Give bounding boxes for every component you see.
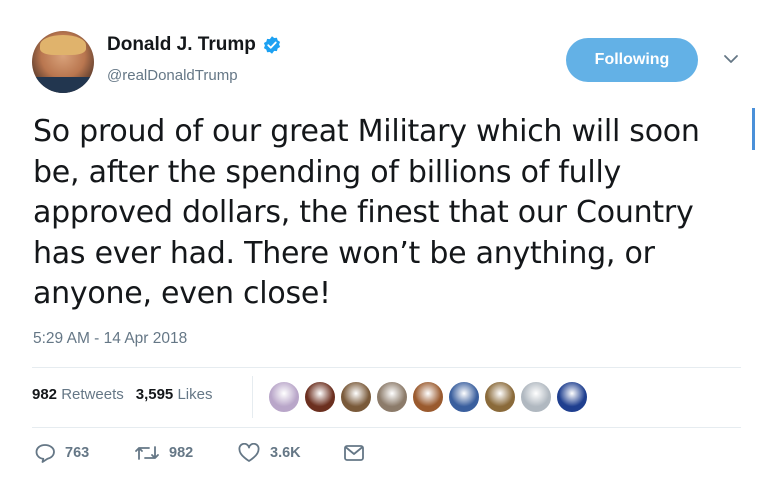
tweet-text: So proud of our great Military which wil…	[33, 112, 748, 315]
tweet-text-line: approved dollars, the finest that our Co…	[33, 195, 694, 230]
retweets-label: Retweets	[61, 386, 124, 403]
direct-message-icon	[344, 445, 364, 461]
liker-avatar[interactable]	[448, 381, 480, 413]
tweet-actions: 763 982 3.6K	[34, 443, 365, 463]
retweet-count: 982	[169, 445, 194, 461]
retweets-stat[interactable]: 982 Retweets	[32, 386, 124, 403]
liker-avatar[interactable]	[412, 381, 444, 413]
following-button[interactable]: Following	[566, 38, 698, 82]
likes-stat[interactable]: 3,595 Likes	[136, 386, 213, 403]
tweet-text-line: be, after the spending of billions of fu…	[33, 154, 622, 190]
tweet-text-line: anyone, even close!	[33, 276, 331, 311]
avatar-hair	[40, 35, 86, 55]
tweet-stats: 982 Retweets 3,595 Likes	[32, 386, 212, 403]
liker-avatar[interactable]	[340, 381, 372, 413]
tweet-text-line: So proud of our great Military which wil…	[33, 114, 700, 149]
like-count: 3.6K	[270, 445, 301, 461]
avatar-suit	[32, 77, 94, 93]
like-icon	[238, 443, 260, 462]
user-name-text[interactable]: Donald J. Trump	[107, 34, 256, 56]
tweet-text-line: has ever had. There won’t be anything, o…	[33, 235, 655, 271]
liker-avatars	[268, 381, 588, 413]
retweets-count: 982	[32, 386, 58, 403]
text-cursor	[752, 108, 755, 150]
liker-avatar[interactable]	[304, 381, 336, 413]
direct-message-button[interactable]	[343, 444, 365, 462]
stats-separator	[252, 376, 253, 418]
tweet-timestamp[interactable]: 5:29 AM - 14 Apr 2018	[33, 330, 187, 348]
liker-avatar[interactable]	[484, 381, 516, 413]
liker-avatar[interactable]	[520, 381, 552, 413]
verified-badge-icon	[263, 36, 280, 54]
liker-avatar[interactable]	[376, 381, 408, 413]
liker-avatar[interactable]	[556, 381, 588, 413]
divider	[32, 367, 741, 368]
user-handle[interactable]: @realDonaldTrump	[107, 67, 238, 84]
reply-count: 763	[65, 445, 90, 461]
chevron-down-icon[interactable]	[722, 52, 740, 66]
user-name[interactable]: Donald J. Trump	[107, 34, 282, 56]
likes-label: Likes	[177, 386, 213, 403]
liker-avatar[interactable]	[268, 381, 300, 413]
reply-icon	[35, 444, 55, 463]
likes-count: 3,595	[135, 386, 174, 403]
like-button[interactable]: 3.6K	[237, 443, 343, 463]
retweet-icon	[135, 446, 159, 460]
profile-avatar[interactable]	[32, 31, 94, 93]
divider	[32, 427, 741, 428]
reply-button[interactable]: 763	[34, 443, 134, 463]
retweet-button[interactable]: 982	[134, 443, 237, 463]
